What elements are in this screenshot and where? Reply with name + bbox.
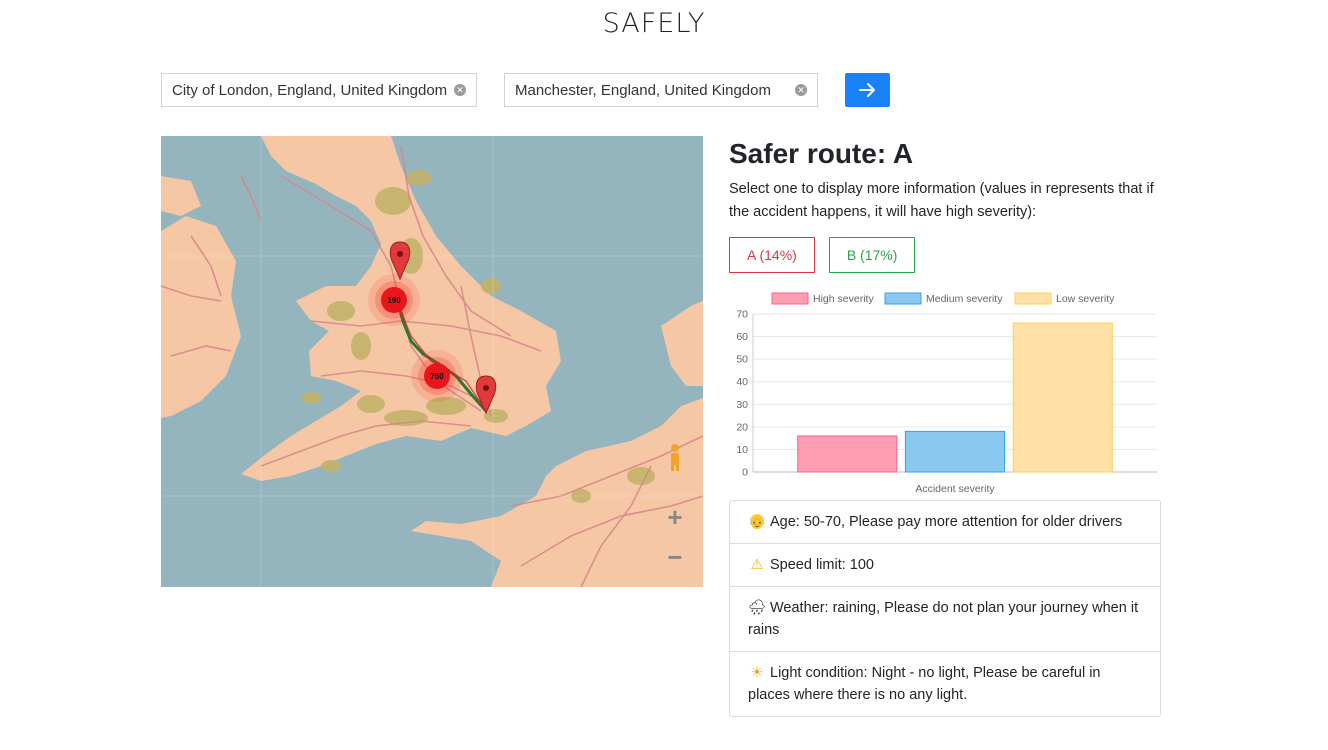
info-item-weather: 🌧 Weather: raining, Please do not plan yo… xyxy=(730,586,1160,651)
rain-cloud-icon: 🌧 xyxy=(748,600,767,616)
route-description: Select one to display more information (… xyxy=(729,181,1154,220)
info-text: Age: 50-70, Please pay more attention fo… xyxy=(770,514,1123,530)
y-tick-label: 0 xyxy=(742,467,748,479)
info-list: 👴 Age: 50-70, Please pay more attention f… xyxy=(729,500,1161,717)
bar-low-severity xyxy=(1012,322,1113,473)
search-route-button[interactable] xyxy=(845,73,890,107)
route-map[interactable]: 190 750 + − xyxy=(161,136,703,587)
severity-chart: High severity Medium severity Low severity… xyxy=(729,286,1161,498)
x-axis-label: Accident severity xyxy=(915,483,995,495)
arrow-right-icon xyxy=(858,83,875,97)
cluster-count: 750 xyxy=(430,372,444,381)
cluster-count: 190 xyxy=(387,296,401,305)
origin-field[interactable]: ✕ xyxy=(161,73,477,107)
severity-chart-canvas: High severity Medium severity Low severity… xyxy=(736,292,1157,495)
clear-destination-icon[interactable]: ✕ xyxy=(795,84,807,96)
warning-icon: ⚠ xyxy=(750,557,764,573)
map-canvas[interactable]: 190 750 xyxy=(161,136,703,587)
bar-medium-severity xyxy=(904,430,1006,473)
zoom-out-button[interactable]: − xyxy=(663,544,687,570)
y-tick-label: 10 xyxy=(736,444,748,456)
destination-input[interactable] xyxy=(515,81,791,99)
legend-swatch xyxy=(884,292,922,305)
legend-label: Medium severity xyxy=(926,293,1003,305)
legend-swatch xyxy=(1014,292,1052,305)
zoom-in-button[interactable]: + xyxy=(663,504,687,530)
accident-cluster-marker[interactable]: 190 xyxy=(368,274,420,326)
route-b-button[interactable]: B (17%) xyxy=(828,237,916,273)
info-item-light: ☀ Light condition: Night - no light, Plea… xyxy=(730,651,1160,716)
y-tick-label: 60 xyxy=(736,331,748,343)
info-item-age: 👴 Age: 50-70, Please pay more attention f… xyxy=(730,501,1160,543)
y-tick-label: 50 xyxy=(736,354,748,366)
route-a-button[interactable]: A (14%) xyxy=(729,237,815,273)
sun-icon: ☀ xyxy=(750,665,764,681)
y-tick-label: 30 xyxy=(736,399,748,411)
info-text: Speed limit: 100 xyxy=(770,557,874,573)
legend-label: Low severity xyxy=(1056,293,1115,305)
older-person-icon: 👴 xyxy=(748,514,767,530)
app-title: SAFELY xyxy=(602,8,706,39)
y-tick-label: 20 xyxy=(736,421,748,433)
bar-high-severity xyxy=(797,435,898,473)
origin-input[interactable] xyxy=(172,81,450,99)
safer-route-title: Safer route: A xyxy=(729,138,914,169)
info-text: Weather: raining, Please do not plan you… xyxy=(748,600,1139,638)
info-item-speed: ⚠ Speed limit: 100 xyxy=(730,543,1160,586)
legend-label: High severity xyxy=(813,293,874,305)
destination-field[interactable]: ✕ xyxy=(504,73,818,107)
accident-cluster-marker[interactable]: 750 xyxy=(411,350,463,402)
clear-origin-icon[interactable]: ✕ xyxy=(454,84,466,96)
y-tick-label: 70 xyxy=(736,309,748,321)
legend-swatch xyxy=(771,292,809,305)
info-text: Light condition: Night - no light, Pleas… xyxy=(748,665,1101,703)
y-tick-label: 40 xyxy=(736,376,748,388)
